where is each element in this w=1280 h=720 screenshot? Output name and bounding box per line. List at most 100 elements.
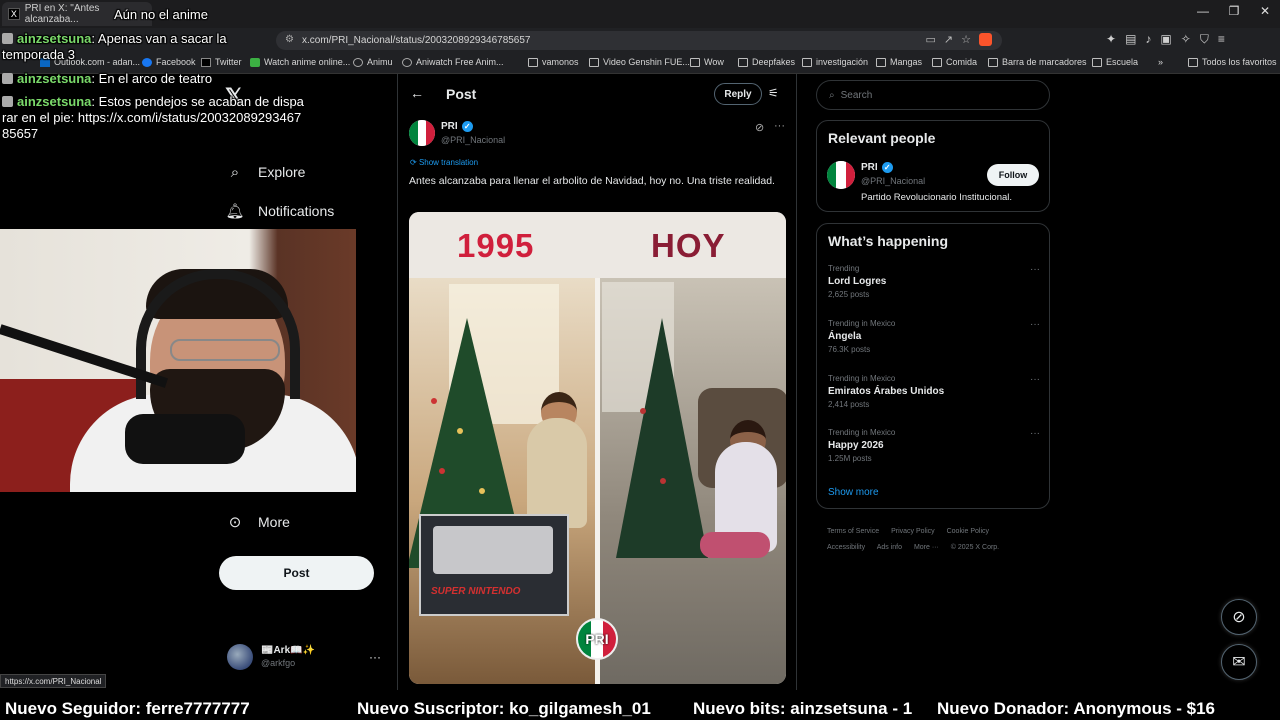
nav-more[interactable]: ⊙ More <box>226 513 290 531</box>
trend-item[interactable]: Trending in Mexico Happy 2026 1.25M post… <box>828 428 1040 463</box>
music-icon[interactable]: ♪ <box>1145 32 1151 47</box>
ornament <box>660 478 666 484</box>
more-horizontal-icon[interactable]: ··· <box>1030 428 1040 439</box>
footer-link[interactable]: Accessibility <box>827 544 865 551</box>
settings-sliders-icon[interactable]: ⚟ <box>768 86 779 100</box>
chat-badge-icon <box>2 33 13 44</box>
wallet-icon[interactable]: ▣ <box>1160 32 1171 47</box>
footer-link[interactable]: Ads info <box>877 544 902 551</box>
back-arrow-icon[interactable]: ← <box>410 85 424 101</box>
more-horizontal-icon[interactable]: ··· <box>1030 319 1040 330</box>
bookmark-folder[interactable]: investigación <box>802 57 868 67</box>
grok-icon[interactable]: ⊘ <box>755 121 764 134</box>
messages-fab-icon[interactable]: ✉ <box>1221 644 1257 680</box>
girl-legs <box>700 532 770 558</box>
bookmark-folder[interactable]: Wow <box>690 57 724 67</box>
more-horizontal-icon[interactable]: ··· <box>1030 264 1040 275</box>
bookmark-folder[interactable]: vamonos <box>528 57 579 67</box>
bookmark-folder[interactable]: Video Genshin FUE... <box>589 57 690 67</box>
person-handle[interactable]: @PRI_Nacional <box>861 176 925 186</box>
bookmark-item[interactable]: Watch anime online... <box>250 57 350 67</box>
trend-item[interactable]: Trending in Mexico Ángela 76.3K posts ··… <box>828 319 1040 354</box>
menu-icon[interactable]: ≡ <box>1218 32 1225 47</box>
snes-label: SUPER NINTENDO <box>431 586 521 597</box>
follow-button[interactable]: Follow <box>987 164 1039 186</box>
extensions-icon[interactable]: ✦ <box>1106 32 1116 47</box>
bookmark-folder[interactable]: Escuela <box>1092 57 1138 67</box>
bookmarks-overflow-icon[interactable]: » <box>1158 57 1163 67</box>
author-avatar[interactable] <box>409 120 435 146</box>
bookmark-item[interactable]: Animu <box>353 57 393 67</box>
person-avatar[interactable] <box>827 161 855 189</box>
footer-link[interactable]: Terms of Service <box>827 528 879 535</box>
more-horizontal-icon[interactable]: ··· <box>369 650 381 664</box>
account-handle: @arkfgo <box>261 658 296 668</box>
footer-link[interactable]: Privacy Policy <box>891 528 935 535</box>
site-settings-icon[interactable]: ⚙ <box>285 34 294 45</box>
translate-icon: ⟳ <box>410 158 419 167</box>
account-name: 📰Ark📖✨ <box>261 645 316 656</box>
bookmark-star-icon[interactable]: ☆ <box>961 33 971 46</box>
avatar <box>227 644 253 670</box>
ornament <box>457 428 463 434</box>
share-icon[interactable]: ↗ <box>944 33 953 46</box>
post-image[interactable]: 1995 HOY SUPER NINTENDO PRI <box>409 212 786 684</box>
minimize-icon[interactable]: — <box>1188 4 1218 22</box>
bell-icon: 🔔︎ <box>225 203 245 220</box>
vpn-icon[interactable]: ⛉ <box>1200 32 1209 47</box>
cast-icon[interactable]: ▭ <box>926 33 936 46</box>
folder-icon <box>1092 57 1102 67</box>
folder-icon <box>589 57 599 67</box>
ornament <box>431 398 437 404</box>
trend-item[interactable]: Trending Lord Logres 2,625 posts ··· <box>828 264 1040 299</box>
author-handle[interactable]: @PRI_Nacional <box>441 135 505 145</box>
trend-item[interactable]: Trending in Mexico Emiratos Árabes Unido… <box>828 374 1040 409</box>
show-more-link[interactable]: Show more <box>828 487 879 498</box>
show-translation-link[interactable]: ⟳ Show translation <box>410 158 478 167</box>
search-input[interactable]: ⌕ Search <box>816 80 1050 110</box>
ai-icon[interactable]: ✧ <box>1181 32 1191 47</box>
grok-fab-icon[interactable]: ⊘ <box>1221 599 1257 635</box>
brave-shield-icon[interactable] <box>979 33 992 46</box>
footer-link[interactable]: More ··· <box>914 544 939 551</box>
compose-post-button[interactable]: Post <box>219 556 374 590</box>
author-name[interactable]: PRI ✓ <box>441 121 473 132</box>
bookmark-folder[interactable]: Comida <box>932 57 977 67</box>
verified-badge-icon: ✓ <box>881 162 893 173</box>
whats-happening-card: What’s happening Trending Lord Logres 2,… <box>816 223 1050 509</box>
person-bio: Partido Revolucionario Institucional. <box>861 192 1013 203</box>
stream-ticker: Nuevo Seguidor: ferre7777777 Nuevo Suscr… <box>0 698 1280 720</box>
ornament <box>640 408 646 414</box>
ticker-donor: Nuevo Donador: Anonymous - $16 <box>937 699 1216 718</box>
reply-button[interactable]: Reply <box>714 83 762 105</box>
person-name[interactable]: PRI ✓ <box>861 162 893 173</box>
all-bookmarks[interactable]: Todos los favoritos <box>1188 57 1277 67</box>
address-bar[interactable]: ⚙ x.com/PRI_Nacional/status/200320892934… <box>276 31 1002 50</box>
bookmark-folder[interactable]: Deepfakes <box>738 57 795 67</box>
chat-message: ainzsetsuna: En el arco de teatro <box>2 71 264 87</box>
snes-box: SUPER NINTENDO <box>419 514 569 616</box>
nav-explore[interactable]: ⌕ Explore <box>226 163 306 181</box>
image-panel-hoy <box>600 278 786 684</box>
footer-link[interactable]: Cookie Policy <box>947 528 989 535</box>
page-title: Post <box>446 86 477 102</box>
post-column: ← Post Reply ⚟ PRI ✓ @PRI_Nacional ⊘ ···… <box>397 74 797 690</box>
ornament <box>439 468 445 474</box>
maximize-icon[interactable]: ❐ <box>1219 4 1249 22</box>
folder-icon <box>876 57 886 67</box>
more-horizontal-icon[interactable]: ··· <box>1030 374 1040 385</box>
account-switcher[interactable]: 📰Ark📖✨ @arkfgo ··· <box>227 644 387 674</box>
bookmark-folder[interactable]: Mangas <box>876 57 922 67</box>
bookmark-folder[interactable]: Barra de marcadores <box>988 57 1087 67</box>
pri-logo: PRI <box>576 618 618 660</box>
bookmark-item[interactable]: Aniwatch Free Anim... <box>402 57 504 67</box>
christmas-tree-bare <box>616 318 708 558</box>
image-label-1995: 1995 <box>457 227 535 264</box>
chat-message: ainzsetsuna: Apenas van a sacar la tempo… <box>2 31 227 62</box>
whats-happening-title: What’s happening <box>828 233 949 249</box>
close-icon[interactable]: ✕ <box>1250 4 1280 22</box>
copyright: © 2025 X Corp. <box>950 544 1000 551</box>
nav-notifications[interactable]: 🔔︎ Notifications <box>225 202 334 220</box>
sidebar-icon[interactable]: ▤ <box>1125 32 1136 47</box>
more-horizontal-icon[interactable]: ··· <box>774 120 785 132</box>
